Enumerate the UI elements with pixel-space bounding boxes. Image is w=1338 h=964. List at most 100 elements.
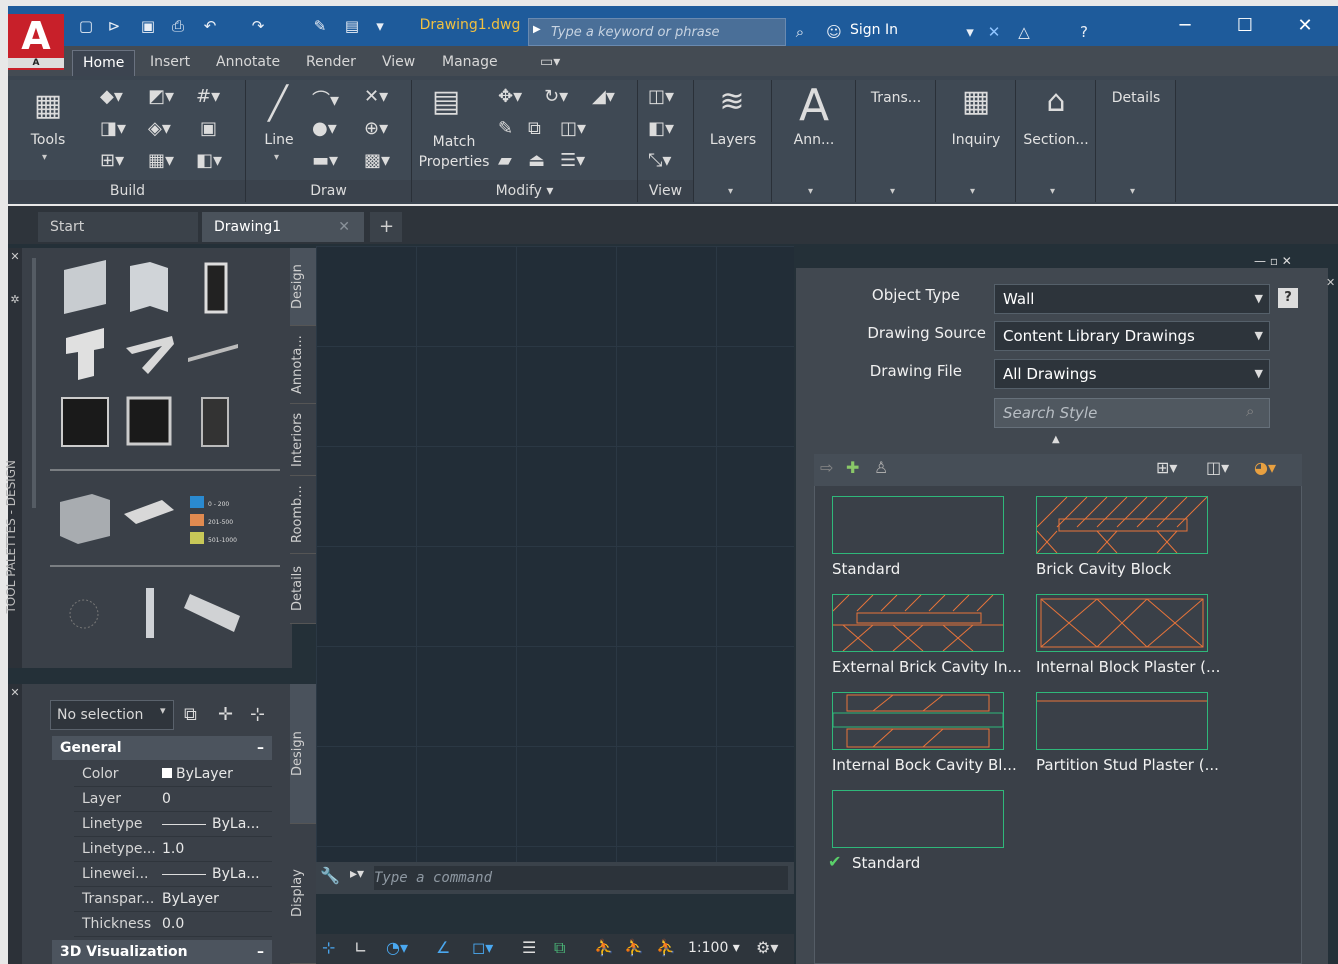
wall-icon[interactable]: ◆▾ [100,86,123,107]
maximize-button[interactable]: ☐ [1220,10,1270,42]
style-thumb-internal-block-cavity[interactable] [832,692,1004,750]
xline-icon[interactable]: ✕▾ [364,86,388,107]
selection-dropdown-arrow-icon[interactable]: ▾ [160,704,166,717]
tab-view[interactable]: View [372,50,425,76]
quick-select-icon[interactable]: ⧉ [184,704,197,725]
open-icon[interactable]: ⊳ [104,16,124,36]
zoom-icon[interactable]: ⤡▾ [648,150,671,171]
column-tool-icon[interactable] [146,588,154,638]
line-button[interactable]: Line [254,132,304,148]
hatch-icon[interactable]: ▩▾ [364,150,390,171]
style-thumb-standard-current[interactable] [832,790,1004,848]
search-style-input[interactable] [994,398,1270,428]
screen-tool-icon[interactable] [201,397,229,447]
annotation-dropdown-icon[interactable]: ▾ [808,186,813,197]
view-cube-icon[interactable]: ◫▾ [648,86,674,107]
window-tool-icon[interactable] [204,262,228,314]
tools-button[interactable]: Tools [18,132,78,148]
style-panel-close-icon[interactable]: ✕ [1326,276,1335,289]
selection-cycling-icon[interactable]: ⧉ [554,938,565,958]
color-mode-icon[interactable]: ◕▾ [1254,458,1276,477]
space-tool-icon[interactable] [60,494,110,544]
drawing-file-select[interactable]: All Drawings ▼ [994,359,1270,389]
minimize-button[interactable]: ─ [1160,10,1210,42]
help-icon[interactable]: ? [1278,288,1298,308]
display-mode-icon[interactable]: ◫▾ [1206,458,1229,477]
stretch-icon[interactable]: ⏏ [528,150,545,171]
isodraft-icon[interactable]: ∠ [436,938,450,957]
save-icon[interactable]: ▣ [138,16,158,36]
auto-scale-icon[interactable]: ⛹ [624,938,644,957]
tab-manage[interactable]: Manage [432,50,508,76]
search-box[interactable]: ▶ [528,18,786,46]
binoculars-icon[interactable]: ⌕ [790,22,810,42]
drawing-canvas[interactable] [316,246,794,862]
property-row-linetype-scale[interactable]: Linetype... 1.0 [74,837,272,862]
stair-tool-icon[interactable] [126,336,174,374]
mirror-icon[interactable]: ◫▾ [560,118,586,139]
transparency-dropdown-icon[interactable]: ▾ [890,186,895,197]
coordinates-icon[interactable]: ⊹ [322,938,335,957]
copy-icon[interactable]: ⧉ [528,118,541,139]
purge-icon[interactable]: ♙ [874,458,888,477]
properties-tab-display[interactable]: Display [290,824,316,964]
command-prompt-icon[interactable]: ▸▾ [350,866,364,882]
workspace-gear-icon[interactable]: ⚙▾ [756,938,778,957]
palette-tab-annotation[interactable]: Annota... [290,326,316,404]
help-icon[interactable]: ? [1074,22,1094,42]
import-arrow-icon[interactable]: ⇨ [820,458,833,477]
move-icon[interactable]: ✥▾ [498,86,522,107]
style-thumb-brick-cavity-block[interactable] [1036,496,1208,554]
annotation-scale-value[interactable]: 1:100 ▾ [688,940,740,956]
wall-tool-icon[interactable] [64,260,106,314]
autodesk-app-icon[interactable]: △ [1014,22,1034,42]
tab-insert[interactable]: Insert [140,50,200,76]
close-button[interactable]: ✕ [1280,10,1330,42]
3d-visualization-section-header[interactable]: 3D Visualization – [52,940,272,964]
style-thumb-external-brick-cavity[interactable] [832,594,1004,652]
lineweight-icon[interactable]: ☰ [522,938,536,957]
tab-drawing1[interactable]: Drawing1 ✕ [202,212,364,242]
property-row-linetype[interactable]: Linetype ByLa... [74,812,272,837]
details-panel[interactable]: Details ▾ [1096,80,1176,202]
circle-icon[interactable]: ●▾ [312,118,337,139]
properties-icon[interactable]: ▤ [342,16,362,36]
exchange-icon[interactable]: ✕ [984,22,1004,42]
erase-icon[interactable]: ▰ [498,150,512,171]
match-properties-button[interactable]: Match Properties [412,132,496,172]
wrench-icon[interactable]: 🔧 [320,866,340,885]
sign-in-link[interactable]: Sign In [850,22,898,38]
chevron-down-icon[interactable]: ▾ [960,22,980,42]
palette-tab-roombook[interactable]: Roomb... [290,476,316,554]
close-tab-icon[interactable]: ✕ [338,212,350,242]
tools-dropdown-icon[interactable]: ▾ [42,152,47,163]
style-thumb-internal-block-plaster[interactable] [1036,594,1208,652]
details-dropdown-icon[interactable]: ▾ [1130,186,1135,197]
style-thumb-standard[interactable] [832,496,1004,554]
tab-start[interactable]: Start [38,212,198,242]
view-mode-icon[interactable]: ⊞▾ [1156,458,1177,477]
collapse-filter-icon[interactable]: ▲ [1052,434,1060,445]
style-thumb-partition-stud-plaster[interactable] [1036,692,1208,750]
inquiry-dropdown-icon[interactable]: ▾ [970,186,975,197]
properties-tab-design[interactable]: Design [290,684,316,824]
palette-settings-icon[interactable]: ✲ [8,293,22,306]
polyline-icon[interactable]: ⌒▾ [312,86,339,112]
slab-icon[interactable]: ◧▾ [196,150,222,171]
annotation-scale-icon[interactable]: ⛹ [656,938,676,957]
tab-annotate[interactable]: Annotate [206,50,290,76]
door-window-assembly-icon[interactable] [126,396,172,446]
opening-tool-icon[interactable] [66,328,104,380]
pickadd-icon[interactable]: ⊹ [250,704,265,725]
osnap-icon[interactable]: ◻▾ [472,938,493,957]
property-row-lineweight[interactable]: Linewei... ByLa... [74,862,272,887]
fillet-icon[interactable]: ◢▾ [592,86,615,107]
add-style-icon[interactable]: ✚ [846,458,859,477]
trim-icon[interactable]: ✎ [498,118,513,139]
general-section-header[interactable]: General – [52,736,272,760]
ceiling-grid-icon[interactable] [124,500,174,524]
curtain-wall-icon[interactable]: ▦▾ [148,150,174,171]
annotation-panel[interactable]: A Ann... ▾ [772,80,856,202]
close-palette-icon[interactable]: ✕ [8,250,22,263]
property-row-color[interactable]: Color ByLayer [74,762,272,787]
